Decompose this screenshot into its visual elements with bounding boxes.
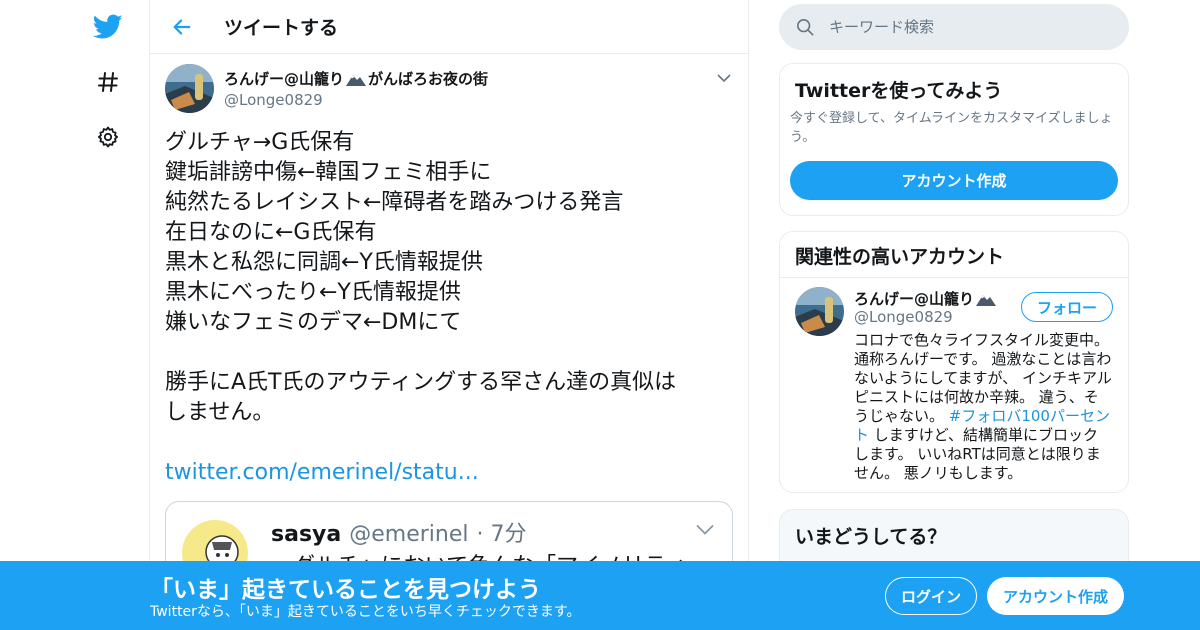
quoted-author-handle: @emerinel — [349, 522, 469, 547]
quoted-author-name: sasya — [271, 522, 342, 547]
related-account-name-text: ろんげー@山籠り — [854, 290, 975, 308]
tweet-link[interactable]: twitter.com/emerinel/statu... — [165, 458, 733, 488]
hash-icon[interactable] — [86, 60, 130, 104]
card-title: 関連性の高いアカウント — [795, 246, 1005, 268]
quoted-timestamp: · 7分 — [476, 522, 527, 547]
login-button[interactable]: ログイン — [885, 577, 977, 615]
main-column: ツイートする ろんげー@山籠り がんばろお夜の街 @Longe0829 グルチャ… — [149, 0, 749, 630]
tweet-author[interactable]: ろんげー@山籠り がんばろお夜の街 @Longe0829 — [165, 64, 733, 116]
try-twitter-card: Twitterを使ってみよう 今すぐ登録して、タイムラインをカスタマイズしましょ… — [779, 63, 1129, 216]
chevron-down-icon[interactable] — [694, 518, 716, 540]
avatar[interactable] — [795, 287, 844, 336]
page-title: ツイートする — [224, 17, 339, 39]
bio-text: しますけど、結構簡単にブロックします。 いいねRTは同意とは限りません。 悪ノリ… — [854, 426, 1101, 482]
mountain-snow-icon — [346, 74, 367, 86]
divider — [780, 277, 1128, 278]
gear-icon[interactable] — [86, 115, 130, 159]
signup-banner: 「いま」起きていることを見つけよう Twitterなら、「いま」起きていることを… — [0, 561, 1200, 630]
arrow-left-icon[interactable] — [162, 7, 202, 47]
author-handle[interactable]: @Longe0829 — [224, 91, 488, 109]
left-nav — [82, 0, 132, 630]
create-account-button[interactable]: アカウント作成 — [790, 161, 1118, 200]
chevron-down-icon[interactable] — [714, 68, 734, 88]
avatar[interactable] — [165, 64, 214, 113]
related-account-bio: コロナで色々ライフスタイル変更中。通称ろんげーです。 過激なことは言わないように… — [854, 331, 1112, 483]
card-description: 今すぐ登録して、タイムラインをカスタマイズしましょう。 — [790, 111, 1113, 145]
mountain-snow-icon — [976, 294, 997, 306]
twitter-bird-icon[interactable] — [86, 5, 130, 49]
tweet: ろんげー@山籠り がんばろお夜の街 @Longe0829 グルチャ→G氏保有 鍵… — [150, 54, 748, 591]
card-title: いまどうしてる？ — [795, 526, 947, 548]
search-input[interactable] — [829, 18, 1109, 36]
banner-subtitle: Twitterなら、「いま」起きていることをいち早くチェックできます。 — [150, 604, 581, 620]
search-bar[interactable] — [779, 4, 1129, 50]
author-name-suffix: がんばろお夜の街 — [368, 70, 489, 88]
search-icon — [795, 17, 815, 37]
related-account-handle[interactable]: @Longe0829 — [854, 308, 953, 326]
create-account-button[interactable]: アカウント作成 — [987, 577, 1124, 615]
banner-title: 「いま」起きていることを見つけよう — [150, 577, 541, 603]
tweet-text: グルチャ→G氏保有 鍵垢誹謗中傷←韓国フェミ相手に 純然たるレイシスト←障碍者を… — [165, 130, 677, 425]
author-name-text: ろんげー@山籠り — [224, 70, 345, 88]
page-header: ツイートする — [150, 0, 748, 54]
follow-button[interactable]: フォロー — [1021, 292, 1113, 322]
related-account-name[interactable]: ろんげー@山籠り — [854, 288, 997, 309]
author-name[interactable]: ろんげー@山籠り がんばろお夜の街 — [224, 68, 488, 89]
card-title: Twitterを使ってみよう — [795, 80, 1003, 102]
related-accounts-card: 関連性の高いアカウント ろんげー@山籠り @Longe0829 フォロー コロナ… — [779, 231, 1129, 493]
